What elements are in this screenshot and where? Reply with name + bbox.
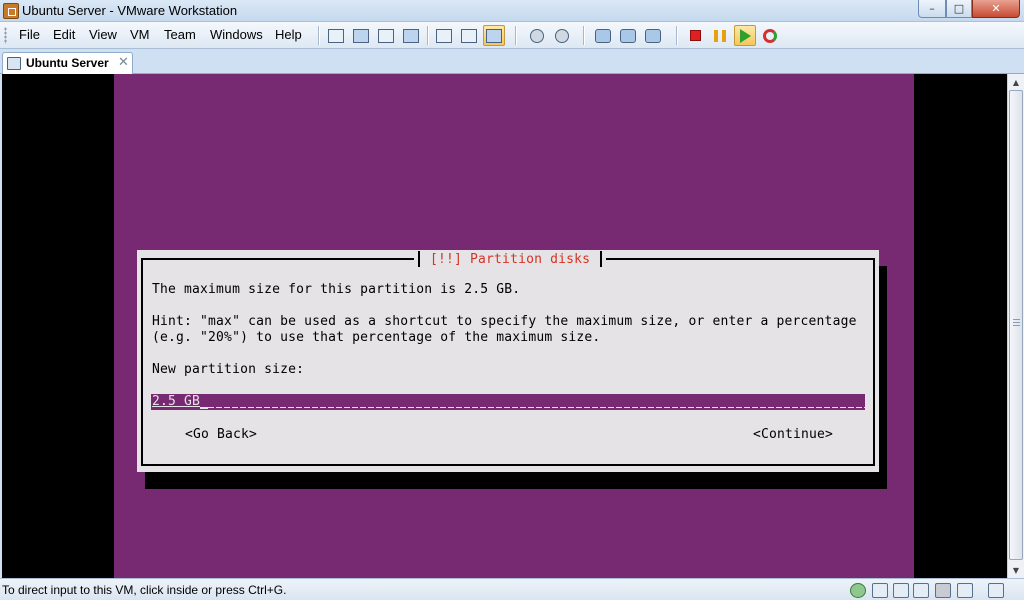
dialog-title: [!!] Partition disks <box>430 251 591 267</box>
power-on-icon[interactable] <box>734 25 756 46</box>
vm-tab-strip: Ubuntu Server ✕ <box>0 49 1024 74</box>
toolbar-separator <box>427 26 429 45</box>
menu-team[interactable]: Team <box>164 27 196 42</box>
toolbar-separator <box>318 26 320 45</box>
menu-windows[interactable]: Windows <box>210 27 263 42</box>
tab-ubuntu-server[interactable]: Ubuntu Server ✕ <box>2 52 133 74</box>
console-view-icon[interactable] <box>458 25 480 46</box>
menu-edit[interactable]: Edit <box>53 27 75 42</box>
vertical-scrollbar[interactable]: ▲ ▼ <box>1007 74 1024 578</box>
menu-view[interactable]: View <box>89 27 117 42</box>
toolbar-separator <box>676 26 678 45</box>
toolbar-separator <box>583 26 585 45</box>
menu-help[interactable]: Help <box>275 27 302 42</box>
tab-close-icon[interactable]: ✕ <box>118 55 129 70</box>
reset-icon[interactable] <box>759 25 781 46</box>
snapshot-manager-icon[interactable] <box>592 25 614 46</box>
quick-switch-icon[interactable] <box>325 25 347 46</box>
scroll-down-icon[interactable]: ▼ <box>1008 562 1024 578</box>
suspend-icon[interactable] <box>709 25 731 46</box>
maximize-button[interactable]: □ <box>946 0 972 18</box>
menu-file[interactable]: File <box>19 27 40 42</box>
cd-icon[interactable] <box>935 583 951 598</box>
menu-toolbar-bar: File Edit View VM Team Windows Help <box>0 22 1024 49</box>
hint-text-line2: (e.g. "20%") to use that percentage of t… <box>152 330 601 345</box>
usb-icon[interactable] <box>913 583 929 598</box>
full-screen-icon[interactable] <box>350 25 372 46</box>
unity-icon[interactable] <box>400 25 422 46</box>
minimize-button[interactable]: – <box>918 0 946 18</box>
go-back-button[interactable]: <Go Back> <box>185 427 257 442</box>
partition-size-input[interactable]: 2.5 GB <box>151 394 865 410</box>
partition-dialog: [!!] Partition disks The maximum size fo… <box>137 250 879 472</box>
message-icon[interactable] <box>988 583 1004 598</box>
title-bar: Ubuntu Server - VMware Workstation – □ ✕ <box>0 0 1024 22</box>
fit-guest-icon[interactable] <box>375 25 397 46</box>
thumbnail-view-icon[interactable] <box>483 25 505 46</box>
toolbar-grip[interactable] <box>4 27 7 44</box>
team-icon[interactable] <box>642 25 664 46</box>
menu-vm[interactable]: VM <box>130 27 150 42</box>
max-size-text: The maximum size for this partition is 2… <box>152 282 521 297</box>
input-underline <box>200 407 865 408</box>
prompt-label: New partition size: <box>152 362 305 377</box>
network-icon[interactable] <box>850 583 866 598</box>
scroll-thumb[interactable] <box>1009 90 1023 560</box>
window-title: Ubuntu Server - VMware Workstation <box>22 3 238 18</box>
partition-size-value: 2.5 GB <box>152 394 201 409</box>
hard-disk-icon[interactable] <box>957 583 973 598</box>
close-button[interactable]: ✕ <box>972 0 1020 18</box>
scroll-up-icon[interactable]: ▲ <box>1008 74 1024 90</box>
floppy-icon[interactable] <box>893 583 909 598</box>
dialog-title-bar: [!!] Partition disks <box>414 250 607 268</box>
power-off-icon[interactable] <box>684 25 706 46</box>
printer-icon[interactable] <box>872 583 888 598</box>
summary-view-icon[interactable] <box>433 25 455 46</box>
status-text: To direct input to this VM, click inside… <box>2 583 287 597</box>
tab-label: Ubuntu Server <box>26 56 109 70</box>
hint-text-line1: Hint: "max" can be used as a shortcut to… <box>152 314 857 329</box>
toolbar-separator <box>515 26 517 45</box>
continue-button[interactable]: <Continue> <box>753 427 833 442</box>
clone-icon[interactable] <box>617 25 639 46</box>
status-bar: To direct input to this VM, click inside… <box>0 578 1024 600</box>
vm-icon <box>7 57 21 70</box>
vmware-icon <box>3 3 19 19</box>
revert-snapshot-icon[interactable] <box>551 25 573 46</box>
take-snapshot-icon[interactable] <box>526 25 548 46</box>
